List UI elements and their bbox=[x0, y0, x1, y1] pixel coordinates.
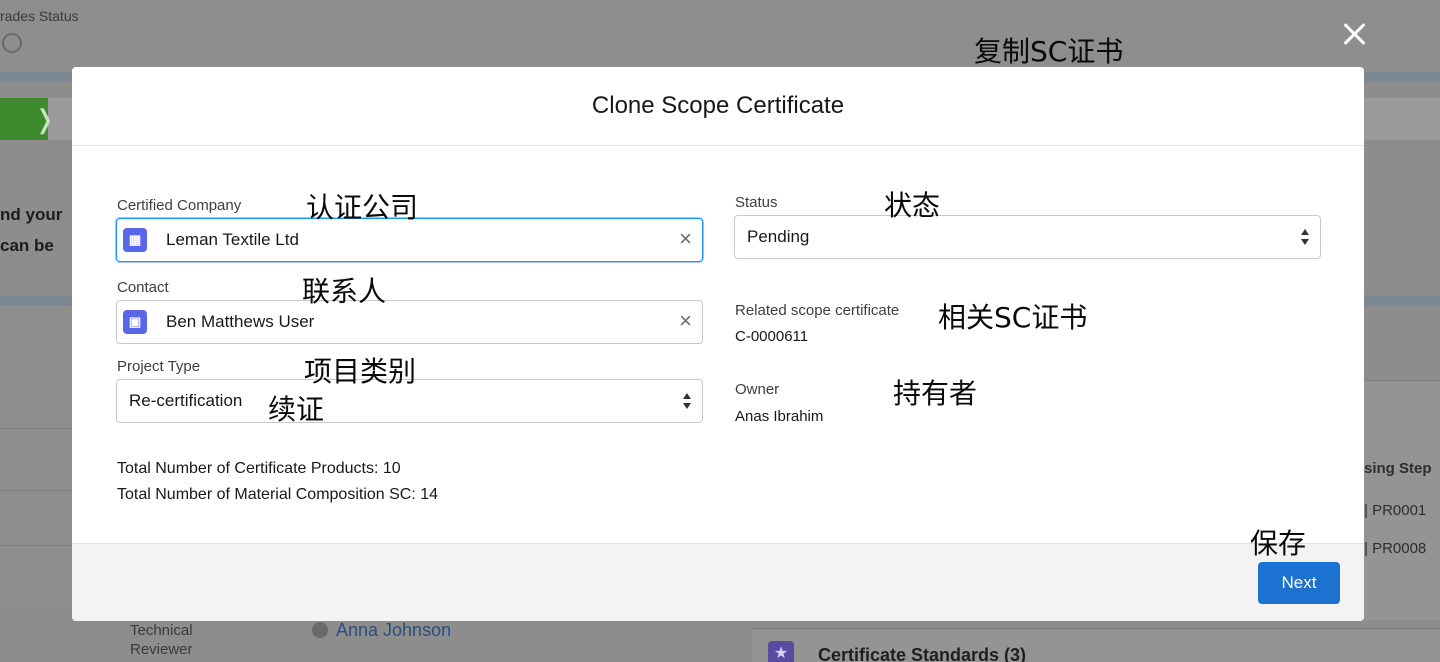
annotation-contact: 联系人 bbox=[302, 275, 387, 308]
status-select[interactable]: Pending bbox=[734, 215, 1321, 259]
bg-reviewer-label-line2: Reviewer bbox=[130, 641, 193, 658]
related-scope-certificate-value: C-0000611 bbox=[735, 328, 809, 345]
modal-title: Clone Scope Certificate bbox=[591, 92, 845, 119]
picklist-arrows-icon bbox=[682, 392, 692, 412]
annotation-related: 相关SC证书 bbox=[938, 301, 1088, 334]
bg-left-text-1: nd your bbox=[0, 205, 63, 224]
bg-top-strip bbox=[0, 0, 1440, 70]
bg-reviewer-link[interactable]: Anna Johnson bbox=[312, 620, 451, 641]
next-button[interactable]: Next bbox=[1258, 562, 1340, 604]
bg-right-text-3[interactable]: | PR0008 bbox=[1364, 540, 1426, 557]
annotation-project-type: 项目类别 bbox=[304, 355, 417, 388]
bg-grades-status-title: rades Status bbox=[0, 8, 79, 24]
company-icon: ▦ bbox=[123, 228, 147, 252]
bg-right-text-2[interactable]: | PR0001 bbox=[1364, 502, 1426, 519]
total-certificate-products: Total Number of Certificate Products: 10 bbox=[117, 460, 401, 477]
bg-chevron-icon: ❭ bbox=[34, 104, 56, 134]
bg-divider bbox=[0, 545, 72, 546]
clone-scope-certificate-modal: Clone Scope Certificate Certified Compan… bbox=[72, 67, 1364, 621]
clear-icon[interactable]: × bbox=[679, 228, 692, 250]
annotation-status: 状态 bbox=[884, 189, 941, 222]
total-material-composition: Total Number of Material Composition SC:… bbox=[117, 486, 439, 503]
bg-right-text-1: sing Step bbox=[1364, 460, 1432, 477]
bg-reviewer-name: Anna Johnson bbox=[336, 620, 452, 640]
bg-reviewer-label-line1: Technical bbox=[130, 622, 193, 639]
picklist-arrows-icon bbox=[1300, 228, 1310, 248]
contact-label: Contact bbox=[117, 279, 169, 296]
status-label: Status bbox=[735, 194, 778, 211]
bg-certificate-standards-title[interactable]: Certificate Standards (3) bbox=[818, 645, 1026, 662]
annotation-title: 复制SC证书 bbox=[974, 35, 1124, 68]
related-scope-certificate-label: Related scope certificate bbox=[735, 302, 900, 319]
annotation-save: 保存 bbox=[1250, 527, 1307, 560]
close-icon[interactable] bbox=[1340, 20, 1368, 48]
certified-company-value: Leman Textile Ltd bbox=[166, 230, 299, 249]
bg-certificate-standards-card: ★ Certificate Standards (3) bbox=[752, 628, 1440, 662]
modal-header: Clone Scope Certificate bbox=[72, 67, 1364, 146]
project-type-value: Re-certification bbox=[129, 391, 243, 410]
bg-divider bbox=[0, 428, 72, 429]
certified-company-label: Certified Company bbox=[117, 197, 242, 214]
annotation-owner: 持有者 bbox=[893, 377, 978, 410]
status-value: Pending bbox=[747, 227, 810, 246]
bg-left-text-2: can be bbox=[0, 236, 54, 255]
contact-value: Ben Matthews User bbox=[166, 312, 315, 331]
owner-label: Owner bbox=[735, 381, 780, 398]
bg-status-circle-icon bbox=[2, 33, 22, 53]
clear-icon[interactable]: × bbox=[679, 310, 692, 332]
contact-field[interactable]: ▣ Ben Matthews User × bbox=[116, 300, 703, 344]
bg-divider bbox=[0, 490, 72, 491]
modal-footer: Next bbox=[72, 543, 1364, 621]
user-avatar-icon bbox=[312, 622, 328, 638]
bg-technical-reviewer-label: Technical Reviewer bbox=[130, 621, 193, 659]
contact-card-icon: ▣ bbox=[123, 310, 147, 334]
annotation-recertification: 续证 bbox=[268, 393, 325, 426]
annotation-company: 认证公司 bbox=[306, 191, 419, 224]
owner-value: Anas Ibrahim bbox=[735, 408, 824, 425]
star-icon: ★ bbox=[768, 641, 794, 662]
bg-left-column bbox=[0, 306, 70, 606]
project-type-label: Project Type bbox=[117, 358, 201, 375]
